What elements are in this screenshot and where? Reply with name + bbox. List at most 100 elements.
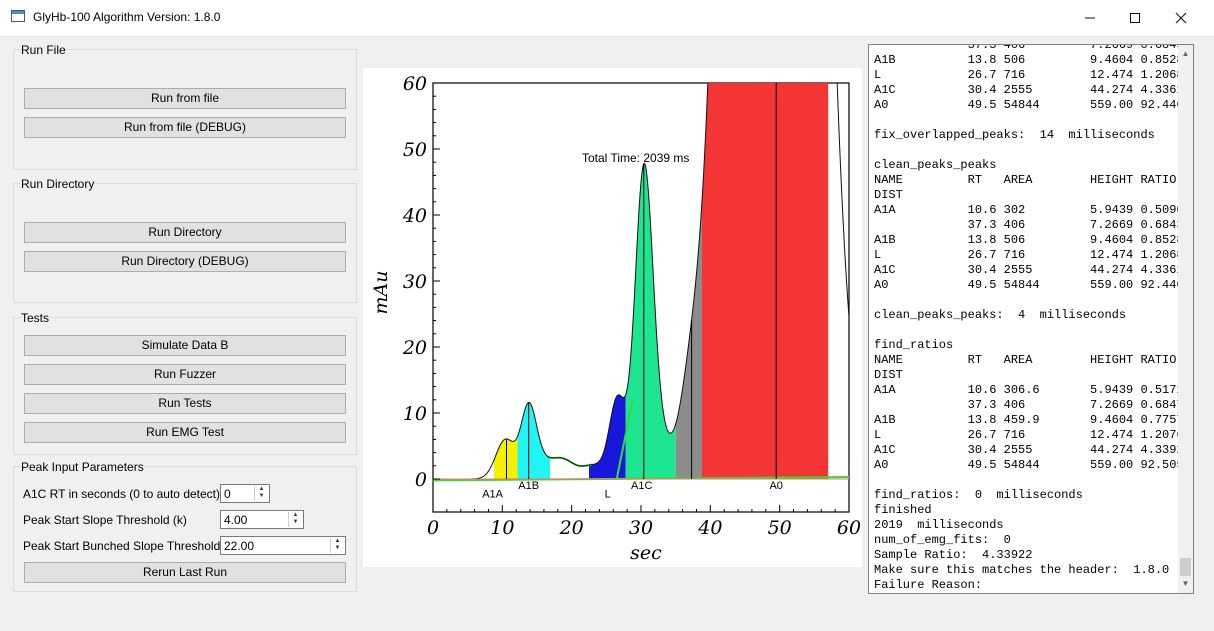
log-line: A1A 10.6 302 5.9439 0.5090 [874, 203, 1184, 217]
slope-threshold-label: Peak Start Slope Threshold (k) [23, 513, 187, 527]
y-tick-label: 50 [403, 139, 427, 161]
log-line: clean_peaks_peaks [874, 158, 997, 172]
log-scrollbar[interactable]: ▲ ▼ [1178, 45, 1193, 593]
bunched-slope-threshold-stepper[interactable]: ▲ ▼ [330, 538, 344, 553]
log-line: 37.3 406 7.2669 0.6847 [874, 398, 1184, 412]
x-axis-label: sec [630, 542, 662, 564]
peak-a0 [702, 83, 829, 479]
title-bar: GlyHb-100 Algorithm Version: 1.8.0 [0, 0, 1214, 37]
x-tick-label: 0 [427, 517, 439, 539]
maximize-icon [1130, 13, 1140, 23]
run-fuzzer-button[interactable]: Run Fuzzer [24, 364, 346, 385]
run-directory-debug-button[interactable]: Run Directory (DEBUG) [24, 251, 346, 272]
log-line: A1A 10.6 306.6 5.9439 0.5171 [874, 383, 1184, 397]
log-line: DIST [874, 368, 903, 382]
chevron-down-icon[interactable]: ▼ [289, 519, 302, 526]
log-line: DIST [874, 188, 903, 202]
y-tick-label: 60 [403, 73, 427, 95]
peak-label: A0 [769, 480, 782, 492]
log-line: NAME RT AREA HEIGHT RATIO [874, 353, 1177, 367]
run-emg-test-button[interactable]: Run EMG Test [24, 422, 346, 443]
chevron-up-icon[interactable]: ▲ [331, 538, 344, 545]
run-tests-button[interactable]: Run Tests [24, 393, 346, 414]
a1c-rt-value[interactable]: 0 [224, 487, 231, 501]
log-console[interactable]: 37.3 406 7.2669 0.6843 A1B 13.8 506 9.460… [868, 44, 1194, 594]
x-tick-label: 10 [490, 517, 514, 539]
bunched-slope-threshold-spinbox[interactable]: 22.00 ▲ ▼ [220, 536, 346, 555]
y-tick-label: 30 [403, 271, 427, 293]
run-from-file-button[interactable]: Run from file [24, 88, 346, 109]
minimize-button[interactable] [1067, 0, 1113, 36]
x-tick-label: 30 [629, 517, 653, 539]
log-line: L 26.7 716 12.474 1.2076 [874, 428, 1184, 442]
a1c-rt-label: A1C RT in seconds (0 to auto detect) [23, 487, 220, 501]
log-line: 37.3 406 7.2669 0.6843 [874, 44, 1184, 52]
minimize-icon [1085, 17, 1095, 19]
log-line: L 26.7 716 12.474 1.2068 [874, 68, 1184, 82]
run-from-file-debug-button[interactable]: Run from file (DEBUG) [24, 117, 346, 138]
log-line: A1B 13.8 506 9.4604 0.8528 [874, 53, 1184, 67]
peak-input-parameters-label: Peak Input Parameters [21, 460, 144, 474]
log-line: A0 49.5 54844 559.00 92.440 [874, 98, 1184, 112]
slope-threshold-spinbox[interactable]: 4.00 ▲ ▼ [220, 510, 304, 529]
scroll-up-icon[interactable]: ▲ [1178, 46, 1193, 61]
x-tick-label: 50 [768, 517, 792, 539]
simulate-data-b-button[interactable]: Simulate Data B [24, 335, 346, 356]
bunched-slope-threshold-value[interactable]: 22.00 [224, 539, 254, 553]
window-title: GlyHb-100 Algorithm Version: 1.8.0 [33, 10, 221, 24]
chevron-down-icon[interactable]: ▼ [331, 545, 344, 552]
tests-label: Tests [21, 311, 50, 325]
total-time-annotation: Total Time: 2039 ms [582, 151, 689, 165]
log-line: A0 49.5 54844 559.00 92.440 [874, 278, 1184, 292]
log-line: Sample Ratio: 4.33922 [874, 548, 1033, 562]
log-line: NAME RT AREA HEIGHT RATIO [874, 173, 1177, 187]
slope-threshold-stepper[interactable]: ▲ ▼ [288, 512, 302, 527]
y-tick-label: 0 [415, 469, 427, 491]
chevron-down-icon[interactable]: ▼ [255, 493, 268, 500]
slope-threshold-value[interactable]: 4.00 [224, 513, 247, 527]
log-line: A1C 30.4 2555 44.274 4.3392 [874, 443, 1184, 457]
chevron-up-icon[interactable]: ▲ [289, 512, 302, 519]
x-tick-label: 40 [697, 517, 722, 539]
run-directory-button[interactable]: Run Directory [24, 222, 346, 243]
close-button[interactable] [1158, 0, 1204, 36]
log-text: 37.3 406 7.2669 0.6843 A1B 13.8 506 9.460… [874, 44, 1184, 593]
run-directory-label: Run Directory [21, 177, 95, 191]
y-axis-label: mAu [370, 271, 392, 315]
peak-label: A1A [482, 488, 503, 500]
y-tick-label: 20 [402, 337, 427, 359]
chevron-up-icon[interactable]: ▲ [255, 486, 268, 493]
log-line: L 26.7 716 12.474 1.2068 [874, 248, 1184, 262]
scrollbar-thumb[interactable] [1180, 558, 1191, 576]
log-line: A1B 13.8 506 9.4604 0.8528 [874, 233, 1184, 247]
peak-label: A1C [631, 480, 652, 492]
chromatogram-panel: A1A A1B L A1C A0 0 10 20 30 40 50 60 0 10 20 30 40 50 60 se… [363, 68, 862, 567]
log-line: fix_overlapped_peaks: 14 milliseconds [874, 128, 1155, 142]
rerun-last-run-button[interactable]: Rerun Last Run [24, 562, 346, 583]
a1c-rt-stepper[interactable]: ▲ ▼ [254, 486, 268, 501]
maximize-button[interactable] [1112, 0, 1158, 36]
chromatogram-chart: A1A A1B L A1C A0 0 10 20 30 40 50 60 0 10 20 30 40 50 60 se… [370, 73, 861, 564]
log-line: 2019 milliseconds [874, 518, 1004, 532]
run-directory-group [13, 183, 357, 303]
log-line: finished [874, 503, 932, 517]
log-line: Failure Reason: [874, 578, 983, 592]
log-line: clean_peaks_peaks: 4 milliseconds [874, 308, 1127, 322]
log-line: A0 49.5 54844 559.00 92.505 [874, 458, 1184, 472]
close-icon [1175, 12, 1187, 24]
a1c-rt-spinbox[interactable]: 0 ▲ ▼ [220, 484, 270, 503]
log-line: A1C 30.4 2555 44.274 4.3361 [874, 263, 1184, 277]
app-icon [11, 10, 25, 22]
peak-label: A1B [518, 480, 539, 492]
scroll-down-icon[interactable]: ▼ [1178, 576, 1193, 591]
log-line: A1B 13.8 459.9 9.4604 0.7757 [874, 413, 1184, 427]
log-line: find_ratios [874, 338, 954, 352]
log-line: Make sure this matches the header: 1.8.0 [874, 563, 1170, 577]
log-line: find_ratios: 0 milliseconds [874, 488, 1083, 502]
log-line: A1C 30.4 2555 44.274 4.3361 [874, 83, 1184, 97]
